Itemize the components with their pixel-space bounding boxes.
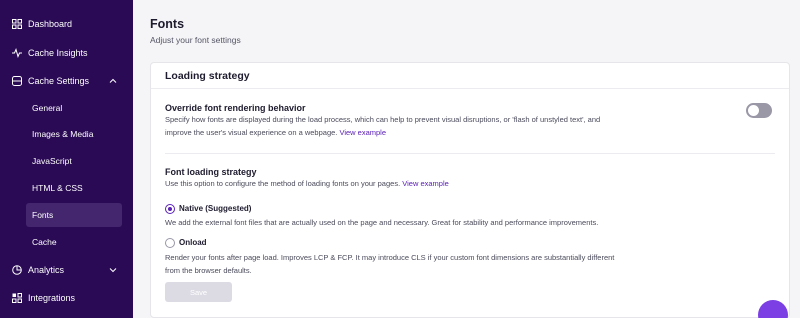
- activity-icon: [11, 48, 22, 59]
- page-subtitle: Adjust your font settings: [150, 35, 241, 45]
- sidebar-item-label: Cache Settings: [28, 76, 90, 86]
- native-description: We add the external font files that are …: [165, 218, 599, 227]
- font-loading-strategy-title: Font loading strategy: [165, 167, 257, 177]
- database-icon: [11, 76, 22, 87]
- toggle-knob: [748, 105, 759, 116]
- strategy-desc-text: Use this option to configure the method …: [165, 179, 401, 188]
- save-button[interactable]: Save: [165, 282, 232, 302]
- sidebar: Dashboard Cache Insights Cache Settings …: [0, 0, 133, 318]
- sidebar-subitem-label: JavaScript: [32, 156, 72, 166]
- sidebar-subitem-label: General: [32, 103, 63, 113]
- radio-onload[interactable]: [165, 238, 175, 248]
- sidebar-item-integrations[interactable]: Integrations: [0, 286, 133, 310]
- home-icon: [11, 19, 22, 30]
- sidebar-subitem-label: Images & Media: [32, 129, 94, 139]
- sidebar-subitem-fonts[interactable]: Fonts: [26, 203, 122, 227]
- grid-icon: [11, 293, 22, 304]
- sidebar-subitem-html-css[interactable]: HTML & CSS: [26, 176, 122, 200]
- onload-desc-line-2: from the browser defaults.: [165, 265, 252, 275]
- radio-native-label[interactable]: Native (Suggested): [179, 204, 251, 213]
- override-description: Specify how fonts are displayed during t…: [165, 114, 725, 139]
- card-title: Loading strategy: [165, 70, 250, 82]
- sidebar-item-cache-settings[interactable]: Cache Settings: [0, 69, 133, 93]
- strategy-view-example-link[interactable]: View example: [402, 179, 449, 188]
- override-desc-line: Specify how fonts are displayed during t…: [165, 115, 601, 124]
- override-toggle[interactable]: [746, 103, 772, 118]
- sidebar-item-label: Integrations: [28, 293, 76, 303]
- sidebar-subitem-general[interactable]: General: [26, 96, 122, 120]
- card-header: Loading strategy: [151, 63, 789, 89]
- onload-desc-line: Render your fonts after page load. Impro…: [165, 253, 615, 262]
- divider: [165, 153, 775, 154]
- sidebar-subitem-images-media[interactable]: Images & Media: [26, 122, 122, 146]
- font-loading-strategy-description: Use this option to configure the method …: [165, 178, 725, 191]
- sidebar-item-label: Dashboard: [28, 19, 73, 29]
- sidebar-item-label: Cache Insights: [28, 48, 88, 58]
- chart-icon: [11, 265, 22, 276]
- chevron-down-icon[interactable]: [109, 266, 117, 274]
- chevron-up-icon[interactable]: [109, 77, 117, 85]
- override-desc-line-2: improve the user's visual experience on …: [165, 127, 725, 140]
- sidebar-subitem-javascript[interactable]: JavaScript: [26, 149, 122, 173]
- sidebar-subitem-label: HTML & CSS: [32, 183, 83, 193]
- onload-description: Render your fonts after page load. Impro…: [165, 252, 765, 277]
- sidebar-item-analytics[interactable]: Analytics: [0, 258, 133, 282]
- sidebar-subitem-cache[interactable]: Cache: [26, 230, 122, 254]
- override-title: Override font rendering behavior: [165, 103, 306, 113]
- loading-strategy-card: Loading strategy Override font rendering…: [150, 62, 790, 318]
- sidebar-item-dashboard[interactable]: Dashboard: [0, 12, 133, 36]
- sidebar-subitem-label: Cache: [32, 237, 57, 247]
- radio-native[interactable]: [165, 204, 175, 214]
- override-view-example-link[interactable]: View example: [339, 128, 386, 137]
- radio-onload-label[interactable]: Onload: [179, 238, 207, 247]
- page-title: Fonts: [150, 17, 185, 31]
- sidebar-item-label: Analytics: [28, 265, 65, 275]
- sidebar-item-cache-insights[interactable]: Cache Insights: [0, 41, 133, 65]
- sidebar-subitem-label: Fonts: [32, 210, 54, 220]
- main-content: Fonts Adjust your font settings Loading …: [133, 0, 800, 318]
- override-desc-text: improve the user's visual experience on …: [165, 127, 338, 137]
